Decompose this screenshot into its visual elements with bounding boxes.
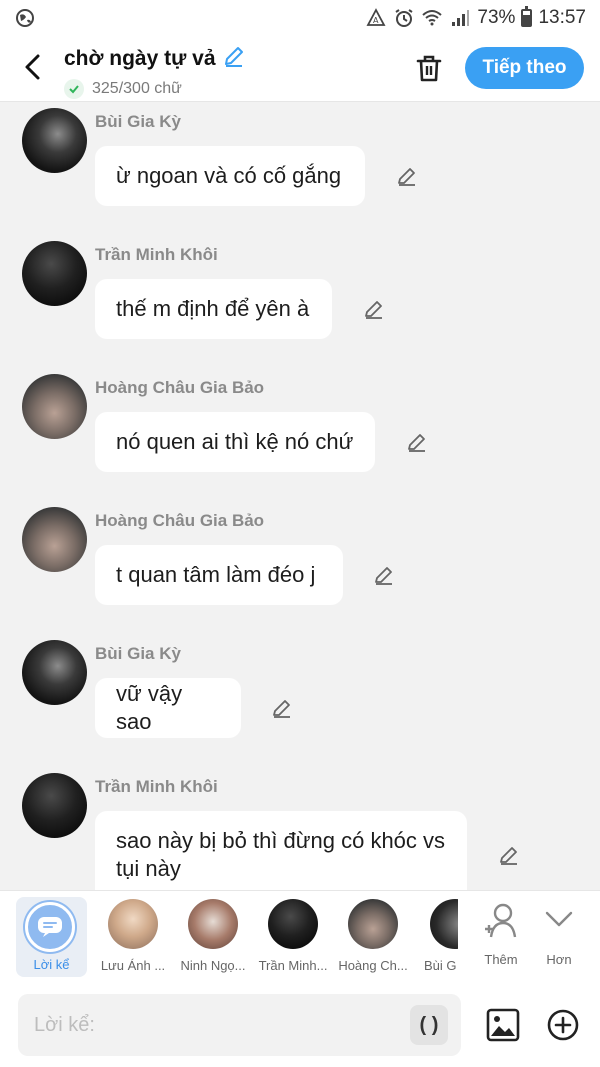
chevron-down-icon xyxy=(545,911,573,927)
back-button[interactable] xyxy=(18,52,48,82)
message-list[interactable]: Bùi Gia Kỳ ừ ngoan và có cố gắng Trần Mi… xyxy=(0,102,600,890)
add-character-button[interactable]: Thêm xyxy=(476,901,526,967)
edit-message-icon[interactable] xyxy=(372,563,396,587)
edit-message-icon[interactable] xyxy=(405,430,429,454)
narration-input[interactable]: Lời kể: xyxy=(18,994,461,1056)
globe-icon xyxy=(14,7,36,29)
title-area: chờ ngày tự vả 325/300 chữ xyxy=(64,44,246,99)
character-item[interactable]: Ninh Ngọ... xyxy=(174,899,252,973)
add-person-icon xyxy=(485,903,517,938)
narrator-tab[interactable]: Lời kể xyxy=(16,897,87,977)
image-icon xyxy=(486,1008,520,1042)
avatar xyxy=(430,899,458,949)
avatar xyxy=(108,899,158,949)
edit-message-icon[interactable] xyxy=(270,696,294,720)
status-bar: A 73% 13:57 xyxy=(0,0,600,36)
header: chờ ngày tự vả 325/300 chữ Tiếp theo xyxy=(0,36,600,102)
plus-circle-icon xyxy=(547,1009,579,1041)
character-label: Hoàng Ch... xyxy=(338,958,408,973)
message-bubble[interactable]: vữ vậy sao xyxy=(95,678,241,738)
trash-icon xyxy=(416,55,442,82)
sender-name: Trần Minh Khôi xyxy=(95,245,218,264)
avatar[interactable] xyxy=(22,640,87,705)
sender-name: Trần Minh Khôi xyxy=(95,777,218,796)
data-saver-icon: A xyxy=(365,7,387,29)
message-bubble[interactable]: ừ ngoan và có cố gắng xyxy=(95,146,365,206)
narrator-icon xyxy=(25,902,75,952)
delete-button[interactable] xyxy=(414,52,444,84)
parentheses-button[interactable]: ( ) xyxy=(410,1005,448,1045)
edit-message-icon[interactable] xyxy=(497,843,521,867)
avatar[interactable] xyxy=(22,374,87,439)
battery-percent: 73% xyxy=(477,7,516,28)
character-item[interactable]: Lưu Ánh ... xyxy=(94,899,172,973)
edit-title-icon[interactable] xyxy=(222,44,246,73)
edit-message-icon[interactable] xyxy=(362,297,386,321)
avatar xyxy=(188,899,238,949)
next-button[interactable]: Tiếp theo xyxy=(465,47,584,89)
avatar[interactable] xyxy=(22,507,87,572)
edit-message-icon[interactable] xyxy=(395,164,419,188)
more-label: Hơn xyxy=(546,952,572,967)
chevron-left-icon xyxy=(25,54,40,80)
character-label: Ninh Ngọ... xyxy=(180,958,246,973)
add-button[interactable] xyxy=(546,1008,580,1042)
sender-name: Hoàng Châu Gia Bảo xyxy=(95,378,265,397)
battery-icon xyxy=(521,6,533,27)
clock: 13:57 xyxy=(538,7,586,28)
message-bubble[interactable]: thế m định để yên à xyxy=(95,279,332,339)
input-bar: Lời kể: ( ) xyxy=(0,984,600,1067)
add-label: Thêm xyxy=(484,952,518,967)
sender-name: Bùi Gia Kỳ xyxy=(95,112,181,131)
character-bar: Lời kể Lưu Ánh ... Ninh Ngọ... Trần Minh… xyxy=(0,890,600,984)
story-title: chờ ngày tự vả xyxy=(64,46,216,70)
avatar[interactable] xyxy=(22,241,87,306)
character-item[interactable]: Trần Minh... xyxy=(254,899,332,973)
avatar[interactable] xyxy=(22,108,87,173)
wifi-icon xyxy=(421,7,443,29)
svg-text:A: A xyxy=(373,16,379,25)
character-item[interactable]: Bùi G xyxy=(414,899,458,973)
character-label: Lưu Ánh ... xyxy=(100,958,166,973)
more-button[interactable]: Hơn xyxy=(532,901,586,967)
character-label: Bùi G xyxy=(424,958,457,973)
avatar xyxy=(348,899,398,949)
character-label: Trần Minh... xyxy=(258,958,328,973)
alarm-icon xyxy=(393,7,415,29)
sender-name: Hoàng Châu Gia Bảo xyxy=(95,511,265,530)
message-bubble[interactable]: sao này bị bỏ thì đừng có khóc vs tụi nà… xyxy=(95,811,467,890)
message-bubble[interactable]: nó quen ai thì kệ nó chứ xyxy=(95,412,375,472)
avatar xyxy=(268,899,318,949)
input-placeholder: Lời kể: xyxy=(34,1013,95,1036)
message-bubble[interactable]: t quan tâm làm đéo j xyxy=(95,545,343,605)
char-count: 325/300 chữ xyxy=(92,80,182,97)
image-button[interactable] xyxy=(486,1008,520,1042)
signal-icon xyxy=(449,7,471,29)
character-item[interactable]: Hoàng Ch... xyxy=(334,899,412,973)
sender-name: Bùi Gia Kỳ xyxy=(95,644,181,663)
narrator-label: Lời kể xyxy=(33,957,70,972)
check-icon xyxy=(64,79,84,99)
avatar[interactable] xyxy=(22,773,87,838)
